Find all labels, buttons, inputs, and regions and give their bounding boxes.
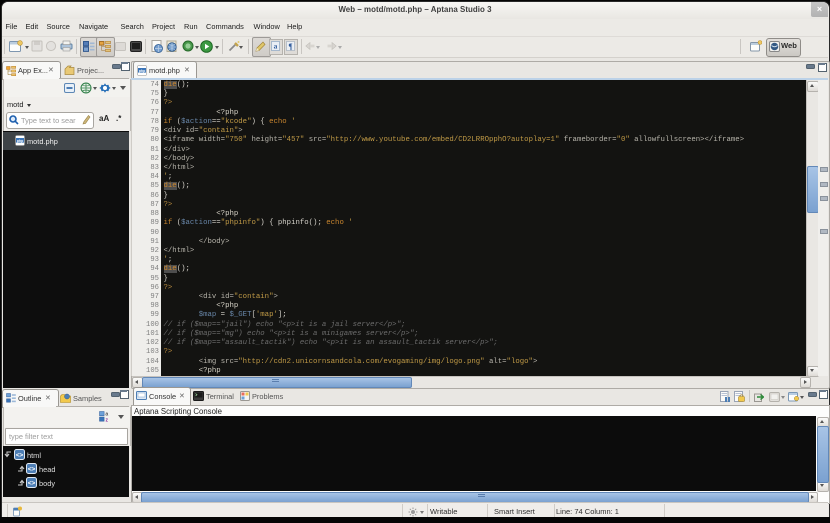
- svg-text:<>: <>: [16, 452, 24, 459]
- svg-text:z: z: [106, 418, 109, 423]
- svg-text:php: php: [139, 69, 146, 73]
- svg-text:<>: <>: [28, 466, 36, 473]
- svg-text:php: php: [17, 139, 24, 143]
- svg-text:<>: <>: [28, 480, 36, 487]
- svg-text:a: a: [274, 42, 278, 51]
- svg-text:¶: ¶: [288, 42, 292, 51]
